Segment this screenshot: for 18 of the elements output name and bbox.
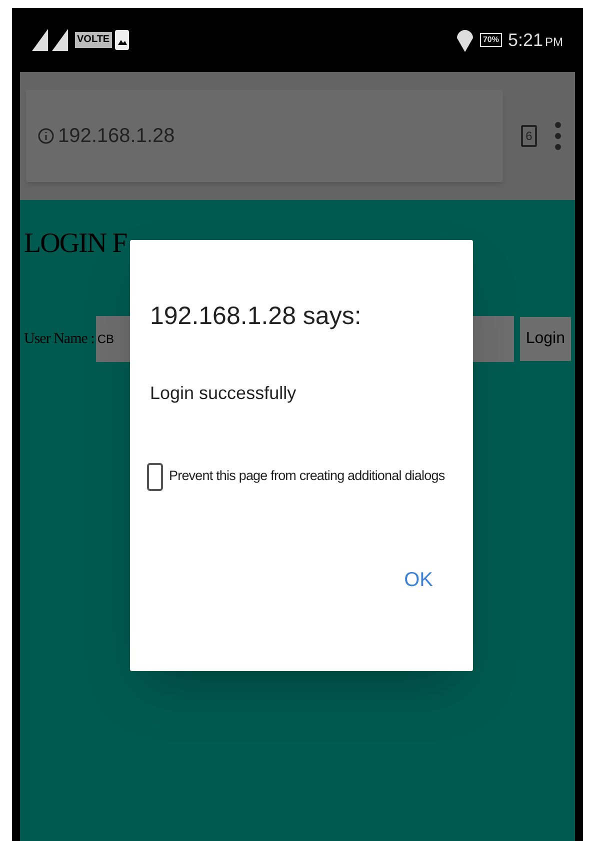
volte-badge: VOLTE xyxy=(75,32,112,48)
address-bar[interactable]: 192.168.1.28 xyxy=(26,90,503,182)
url-text: 192.168.1.28 xyxy=(58,124,175,149)
battery-indicator: 70% xyxy=(480,33,502,47)
checkbox[interactable] xyxy=(147,462,163,490)
page-heading: LOGIN F xyxy=(24,227,128,261)
dialog-message: Login successfully xyxy=(150,382,298,405)
image-icon xyxy=(114,30,129,50)
username-label: User Name : xyxy=(24,330,94,349)
login-button[interactable]: Login xyxy=(520,317,571,361)
ok-button[interactable]: OK xyxy=(392,560,445,598)
location-pin-icon xyxy=(456,28,474,52)
info-icon[interactable] xyxy=(38,128,54,144)
checkbox-label: Prevent this page from creating additional dialogs xyxy=(169,467,445,486)
menu-icon[interactable] xyxy=(555,121,561,151)
time-text: 5:21 PM xyxy=(508,28,563,52)
dialog-title: 192.168.1.28 says: xyxy=(150,301,362,332)
tab-count-button[interactable]: 6 xyxy=(521,125,537,147)
